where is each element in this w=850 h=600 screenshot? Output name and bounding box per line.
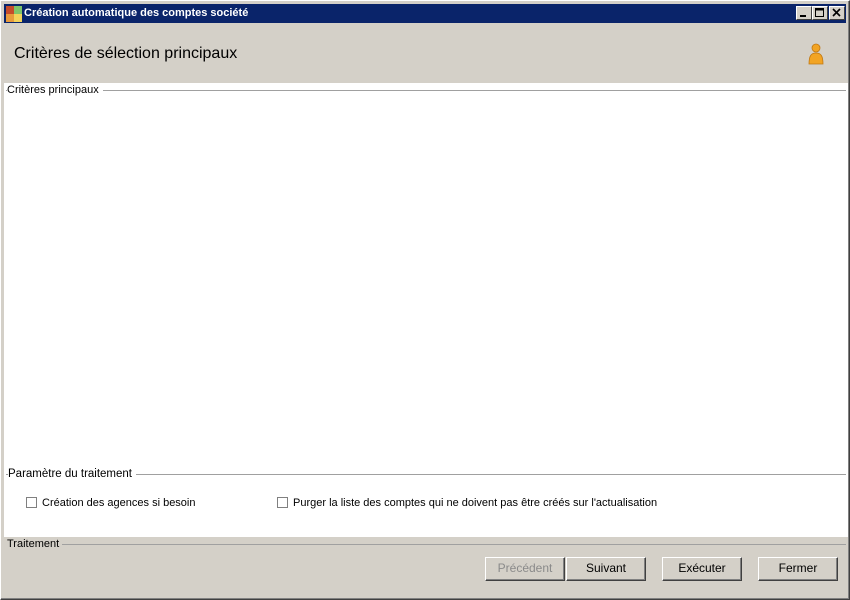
execute-button[interactable]: Exécuter — [662, 557, 742, 581]
processing-params-label: Paramètre du traitement — [8, 468, 137, 481]
header-band: Critères de sélection principaux — [4, 24, 846, 83]
user-icon[interactable] — [807, 43, 825, 65]
content-area: Critères principaux Paramètre du traitem… — [4, 83, 848, 537]
minimize-icon — [800, 15, 806, 17]
create-agencies-option[interactable]: Création des agences si besoin — [26, 497, 195, 510]
create-agencies-label: Création des agences si besoin — [42, 497, 196, 509]
close-window-button[interactable] — [829, 6, 845, 20]
maximize-button[interactable] — [812, 6, 828, 20]
dialog-window: Création automatique des comptes société… — [0, 0, 850, 600]
main-criteria-divider — [6, 90, 846, 91]
title-bar[interactable]: Création automatique des comptes société — [4, 4, 846, 23]
purge-accounts-checkbox[interactable] — [277, 497, 288, 508]
maximize-icon — [815, 8, 824, 17]
window-title: Création automatique des comptes société — [24, 7, 249, 19]
previous-button[interactable]: Précédent — [485, 557, 565, 581]
footer: Traitement Précédent Suivant Exécuter Fe… — [4, 537, 848, 597]
processing-label: Traitement — [7, 538, 63, 551]
close-button[interactable]: Fermer — [758, 557, 838, 581]
create-agencies-checkbox[interactable] — [26, 497, 37, 508]
main-criteria-label: Critères principaux — [7, 84, 103, 97]
purge-accounts-label: Purger la liste des comptes qui ne doive… — [293, 497, 658, 509]
purge-accounts-option[interactable]: Purger la liste des comptes qui ne doive… — [277, 497, 657, 510]
main-criteria-panel — [7, 99, 843, 467]
close-icon — [832, 8, 841, 17]
next-button[interactable]: Suivant — [566, 557, 646, 581]
page-title: Critères de sélection principaux — [14, 45, 238, 62]
minimize-button[interactable] — [796, 6, 812, 20]
processing-divider — [62, 544, 846, 545]
app-icon — [6, 6, 22, 22]
